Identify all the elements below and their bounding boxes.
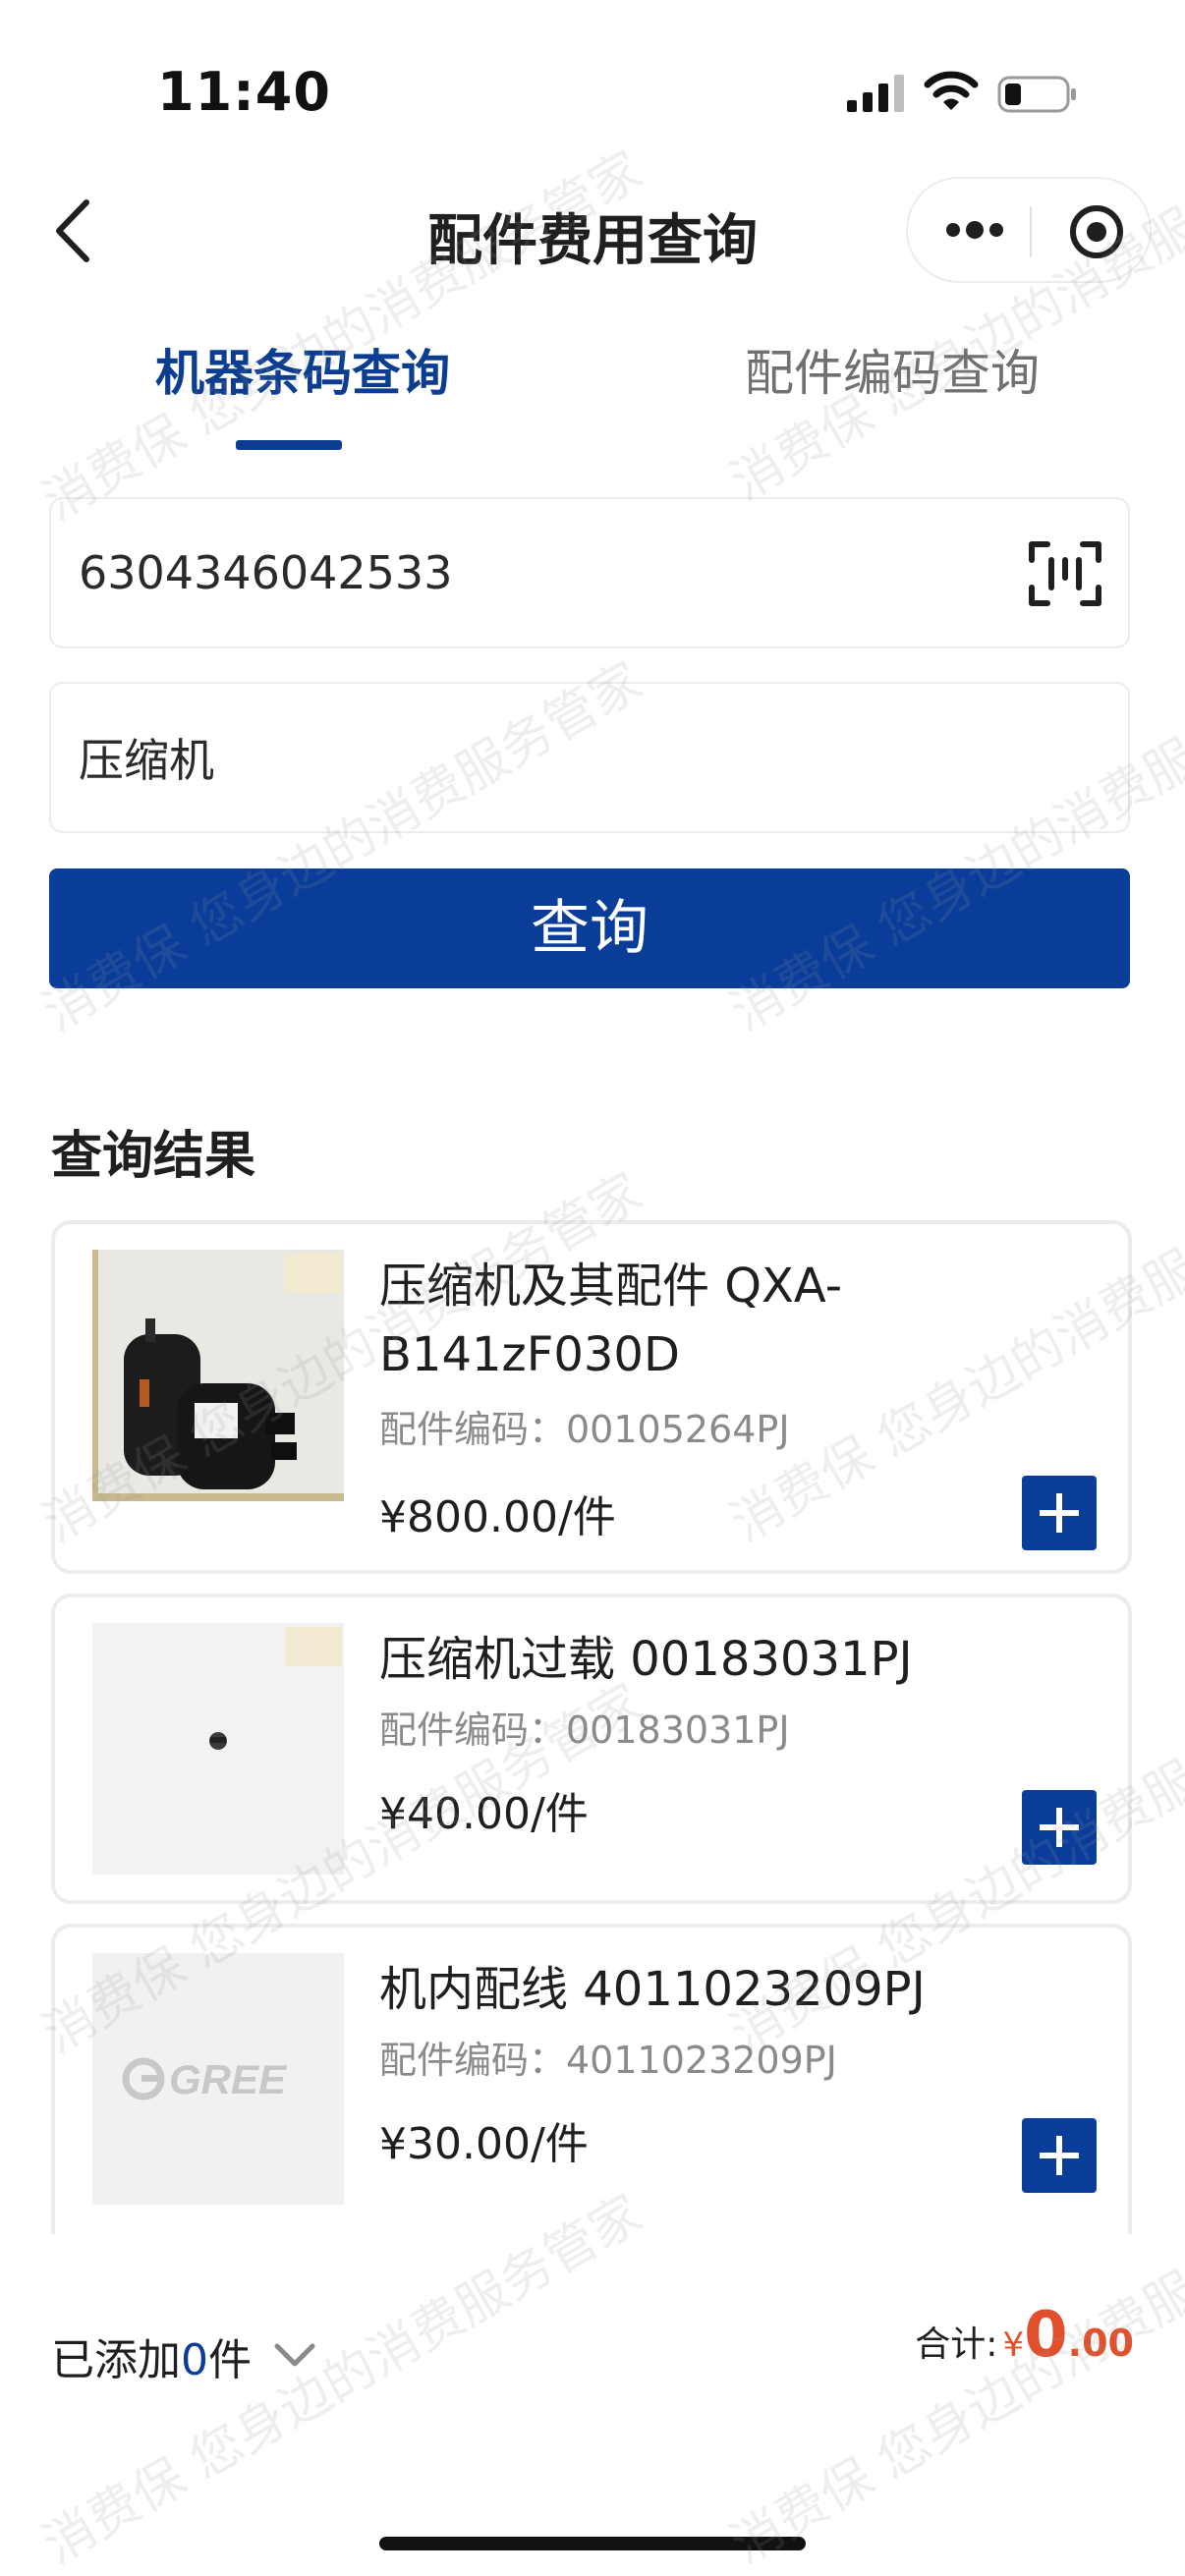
- cart-prefix: 已添加: [51, 2335, 181, 2385]
- item-price: ¥40.00/件: [379, 1789, 589, 1839]
- plus-icon: [1040, 1808, 1079, 1847]
- cart-count: 0: [181, 2335, 208, 2385]
- compressor-photo-icon: [92, 1250, 344, 1501]
- item-code: 配件编码：4011023209PJ: [379, 2039, 837, 2082]
- add-to-cart-button[interactable]: [1022, 2118, 1097, 2193]
- search-button[interactable]: 查询: [49, 868, 1130, 988]
- miniprogram-capsule: [906, 177, 1152, 283]
- status-time: 11:40: [157, 61, 331, 123]
- watermark-text: 消费保 您身边的消费服务管家: [721, 121, 1185, 513]
- item-code: 配件编码：00183031PJ: [379, 1708, 790, 1752]
- item-price: ¥30.00/件: [379, 2119, 589, 2169]
- results-title: 查询结果: [51, 1127, 256, 1186]
- overload-part-photo-thumbnail[interactable]: [92, 1623, 344, 1875]
- result-card: 压缩机及其配件 QXA-B141zF030D 配件编码：00105264PJ ¥…: [51, 1220, 1132, 1574]
- status-bar: 11:40: [0, 0, 1185, 147]
- gree-logo-icon: GREE: [92, 1953, 344, 2205]
- result-card: GREE 机内配线 4011023209PJ 配件编码：4011023209PJ…: [51, 1924, 1132, 2234]
- query-tabs: 机器条码查询 配件编码查询: [0, 334, 1185, 452]
- compressor-photo-thumbnail[interactable]: [92, 1250, 344, 1501]
- home-indicator: [379, 2537, 806, 2550]
- result-card: 压缩机过载 00183031PJ 配件编码：00183031PJ ¥40.00/…: [51, 1594, 1132, 1904]
- battery-icon: [997, 76, 1076, 113]
- cart-suffix: 件: [208, 2335, 252, 2385]
- cellular-signal-icon: [847, 75, 904, 112]
- tab-partcode-query[interactable]: 配件编码查询: [745, 334, 1040, 405]
- chevron-down-icon[interactable]: [271, 2340, 318, 2370]
- plus-icon: [1040, 2136, 1079, 2175]
- part-keyword-field: [49, 682, 1130, 833]
- scan-barcode-icon[interactable]: [1028, 538, 1102, 609]
- total-label: 合计:: [915, 2324, 998, 2365]
- item-price: ¥800.00/件: [379, 1492, 616, 1542]
- item-code: 配件编码：00105264PJ: [379, 1408, 790, 1451]
- cart-summary[interactable]: 已添加0件: [51, 2324, 252, 2387]
- svg-text:GREE: GREE: [169, 2056, 288, 2102]
- barcode-field: [49, 497, 1130, 648]
- total-decimal: .00: [1067, 2322, 1134, 2365]
- item-name: 压缩机及其配件 QXA-B141zF030D: [379, 1259, 843, 1382]
- active-tab-indicator: [236, 440, 342, 450]
- gree-logo-thumbnail[interactable]: GREE: [92, 1953, 344, 2205]
- barcode-input[interactable]: [79, 499, 1022, 646]
- tab-barcode-query[interactable]: 机器条码查询: [155, 334, 450, 405]
- nav-bar: 配件费用查询: [0, 177, 1185, 285]
- more-dots-icon[interactable]: [943, 210, 1006, 250]
- wifi-icon: [924, 71, 979, 110]
- capsule-divider: [1030, 206, 1032, 257]
- close-target-icon[interactable]: [1067, 202, 1126, 261]
- item-name: 压缩机过载 00183031PJ: [379, 1632, 913, 1687]
- plus-icon: [1040, 1493, 1079, 1533]
- total-amount: 合计: ¥0.00: [915, 2299, 1134, 2372]
- total-currency: ¥: [1002, 2325, 1025, 2365]
- overload-part-photo-icon: [92, 1623, 344, 1875]
- add-to-cart-button[interactable]: [1022, 1476, 1097, 1550]
- item-name: 机内配线 4011023209PJ: [379, 1962, 926, 2017]
- part-keyword-input[interactable]: [79, 684, 1022, 831]
- total-integer: 0: [1024, 2299, 1068, 2372]
- add-to-cart-button[interactable]: [1022, 1790, 1097, 1865]
